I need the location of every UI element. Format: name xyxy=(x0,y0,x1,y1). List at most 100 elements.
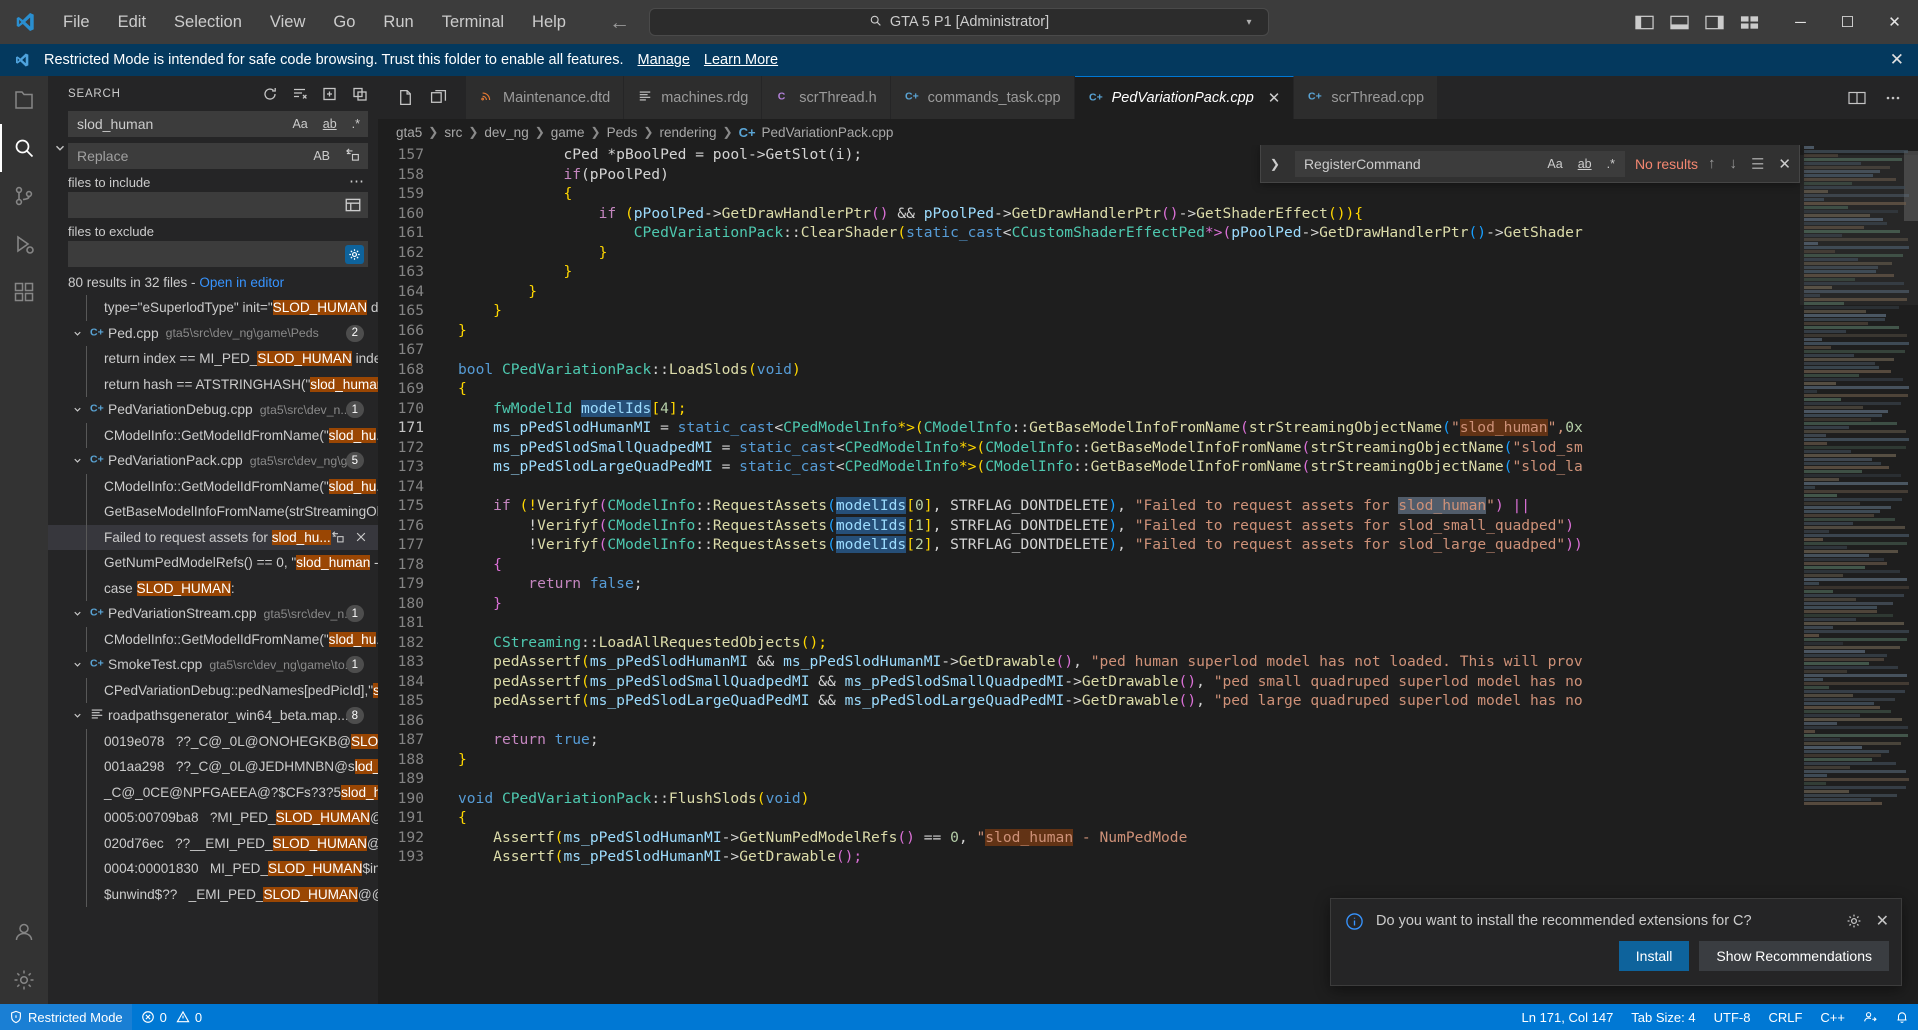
editor-vertical-scrollbar[interactable] xyxy=(1904,151,1918,221)
files-to-include-input[interactable] xyxy=(68,192,368,218)
find-input[interactable] xyxy=(1304,156,1544,172)
toggle-secondary-sidebar-icon[interactable] xyxy=(1705,14,1724,31)
gear-icon[interactable] xyxy=(1846,913,1862,929)
editor-tab-maintenance-dtd[interactable]: Maintenance.dtd xyxy=(466,76,624,119)
status-cursor-position[interactable]: Ln 171, Col 147 xyxy=(1513,1004,1623,1030)
code-line[interactable]: 188} xyxy=(378,750,1800,770)
activity-item-manage-settings[interactable] xyxy=(0,956,48,1004)
toggle-primary-sidebar-icon[interactable] xyxy=(1635,14,1654,31)
code-line[interactable]: 183 pedAssertf(ms_pPedSlodHumanMI && ms_… xyxy=(378,652,1800,672)
go-back-icon[interactable]: ← xyxy=(609,12,630,33)
editor-actions-left[interactable] xyxy=(378,76,466,119)
match-whole-word-icon[interactable]: ab xyxy=(1575,156,1595,172)
code-line[interactable]: 176 !Verifyf(CModelInfo::RequestAssets(m… xyxy=(378,516,1800,536)
toggle-search-details-icon[interactable]: ⋯ xyxy=(349,172,364,190)
search-results-tree[interactable]: type="eSuperlodType" init="SLOD_HUMAN d.… xyxy=(48,295,378,1004)
show-recommendations-button[interactable]: Show Recommendations xyxy=(1699,941,1889,971)
find-buttons[interactable]: ↑ ↓ ☰ ✕ xyxy=(1708,155,1791,173)
breadcrumb-item[interactable]: gta5 xyxy=(396,125,422,140)
breadcrumb[interactable]: gta5❯src❯dev_ng❯game❯Peds❯rendering❯C+Pe… xyxy=(378,119,1918,145)
breadcrumb-item[interactable]: rendering xyxy=(659,125,716,140)
preserve-case-icon[interactable]: AB xyxy=(310,148,333,164)
replace-all-icon[interactable] xyxy=(342,146,363,166)
search-match-row[interactable]: 0019e078 ??_C@_0L@ONOHEGKB@SLOD... xyxy=(48,729,378,755)
status-tab-size[interactable]: Tab Size: 4 xyxy=(1622,1004,1704,1030)
layout-controls[interactable] xyxy=(1635,14,1777,31)
activity-item-extensions[interactable] xyxy=(0,268,48,316)
code-line[interactable]: 191{ xyxy=(378,808,1800,828)
editor-tab-pedvariationpack-cpp[interactable]: C+PedVariationPack.cpp✕ xyxy=(1075,76,1295,119)
files-to-exclude-input[interactable] xyxy=(68,241,368,267)
code-line[interactable]: 168bool CPedVariationPack::LoadSlods(voi… xyxy=(378,360,1800,380)
collapse-all-icon[interactable] xyxy=(352,86,368,102)
code-line[interactable]: 185 pedAssertf(ms_pPedSlodLargeQuadPedMI… xyxy=(378,691,1800,711)
code-line[interactable]: 192 Assertf(ms_pPedSlodHumanMI->GetNumPe… xyxy=(378,828,1800,848)
code-line[interactable]: 159 { xyxy=(378,184,1800,204)
code-line[interactable]: 171 ms_pPedSlodHumanMI = static_cast<CPe… xyxy=(378,418,1800,438)
code-line[interactable]: 165 } xyxy=(378,301,1800,321)
find-in-selection-icon[interactable]: ☰ xyxy=(1751,155,1764,173)
clear-results-icon[interactable] xyxy=(292,86,308,102)
chevron-down-icon[interactable] xyxy=(68,404,86,415)
code-line[interactable]: 178 { xyxy=(378,555,1800,575)
code-line[interactable]: 174 xyxy=(378,477,1800,497)
search-match-row[interactable]: $unwind$?? _EMI_PED_SLOD_HUMAN@@YAX xyxy=(48,882,378,908)
activity-item-source-control[interactable] xyxy=(0,172,48,220)
search-file-row[interactable]: C+Ped.cppgta5\src\dev_ng\game\Peds2 xyxy=(48,321,378,347)
search-match-row[interactable]: case SLOD_HUMAN: xyxy=(48,576,378,602)
search-file-row[interactable]: C+PedVariationStream.cppgta5\src\dev_n..… xyxy=(48,601,378,627)
code-line[interactable]: 184 pedAssertf(ms_pPedSlodSmallQuadpedMI… xyxy=(378,672,1800,692)
use-exclude-settings-icon[interactable] xyxy=(344,196,362,214)
breadcrumb-item[interactable]: PedVariationPack.cpp xyxy=(762,125,894,140)
search-match-row[interactable]: 020d76ec ??__EMI_PED_SLOD_HUMAN@... xyxy=(48,831,378,857)
minimap[interactable] xyxy=(1800,145,1918,982)
code-line[interactable]: 189 xyxy=(378,769,1800,789)
window-minimize-button[interactable]: ─ xyxy=(1777,0,1824,44)
close-tab-icon[interactable]: ✕ xyxy=(1268,89,1281,107)
menu-run[interactable]: Run xyxy=(370,9,426,36)
code-line[interactable]: 166} xyxy=(378,321,1800,341)
menu-bar[interactable]: File Edit Selection View Go Run Terminal… xyxy=(50,9,579,36)
status-language-mode[interactable]: C++ xyxy=(1811,1004,1854,1030)
menu-terminal[interactable]: Terminal xyxy=(429,9,517,36)
code-line[interactable]: 180 } xyxy=(378,594,1800,614)
search-match-row[interactable]: 0005:00709ba8 ?MI_PED_SLOD_HUMAN@... xyxy=(48,805,378,831)
use-regex-icon[interactable]: .* xyxy=(1604,156,1618,172)
code-line[interactable]: 162 } xyxy=(378,243,1800,263)
breadcrumb-item[interactable]: dev_ng xyxy=(484,125,528,140)
search-match-row[interactable]: CModelInfo::GetModelIdFromName("slod_hu.… xyxy=(48,423,378,449)
close-icon[interactable]: ✕ xyxy=(1876,911,1889,931)
activity-item-search[interactable] xyxy=(0,124,48,172)
editor-tab-commands-task-cpp[interactable]: C+commands_task.cpp xyxy=(891,76,1075,119)
code-line[interactable]: 170 fwModelId modelIds[4]; xyxy=(378,399,1800,419)
chevron-down-icon[interactable] xyxy=(68,328,86,339)
find-options[interactable]: Aa ab .* xyxy=(1544,156,1618,172)
editor-actions-right[interactable] xyxy=(1832,76,1918,119)
code-line[interactable]: 163 } xyxy=(378,262,1800,282)
code-line[interactable]: 161 CPedVariationPack::ClearShader(stati… xyxy=(378,223,1800,243)
status-restricted-mode[interactable]: Restricted Mode xyxy=(0,1004,132,1030)
use-ignore-files-icon[interactable] xyxy=(345,245,364,264)
code-line[interactable]: 187 return true; xyxy=(378,730,1800,750)
new-file-icon[interactable] xyxy=(397,89,414,106)
search-match-row[interactable]: type="eSuperlodType" init="SLOD_HUMAN d.… xyxy=(48,295,378,321)
open-in-editor-link[interactable]: Open in editor xyxy=(199,275,284,290)
window-close-button[interactable]: ✕ xyxy=(1871,0,1918,44)
live-share-icon[interactable] xyxy=(1854,1004,1886,1030)
dismiss-icon[interactable] xyxy=(354,530,368,544)
editor-tab-machines-rdg[interactable]: machines.rdg xyxy=(624,76,762,119)
menu-file[interactable]: File xyxy=(50,9,103,36)
menu-view[interactable]: View xyxy=(257,9,318,36)
customize-layout-icon[interactable] xyxy=(1740,14,1759,31)
activity-item-accounts[interactable] xyxy=(0,908,48,956)
search-match-row[interactable]: 0004:00001830 MI_PED_SLOD_HUMAN$ini... xyxy=(48,856,378,882)
banner-close-icon[interactable]: ✕ xyxy=(1890,50,1904,70)
match-whole-word-icon[interactable]: ab xyxy=(320,116,340,132)
search-file-row[interactable]: C+PedVariationPack.cppgta5\src\dev_ng\g.… xyxy=(48,448,378,474)
toggle-panel-icon[interactable] xyxy=(1670,14,1689,31)
replace-options[interactable]: AB xyxy=(310,143,363,169)
menu-selection[interactable]: Selection xyxy=(161,9,255,36)
close-find-icon[interactable]: ✕ xyxy=(1778,155,1791,173)
command-center[interactable]: GTA 5 P1 [Administrator] ▾ xyxy=(649,8,1269,36)
breadcrumb-item[interactable]: src xyxy=(444,125,462,140)
